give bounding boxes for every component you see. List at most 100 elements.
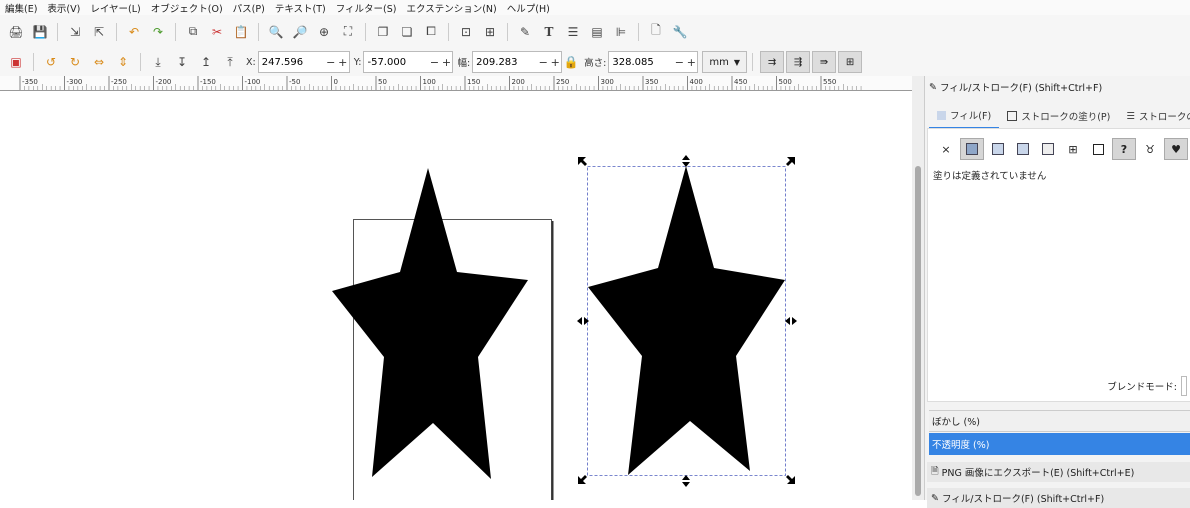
pattern-icon: ⊞ xyxy=(1068,142,1078,156)
scrollbar-thumb[interactable] xyxy=(915,166,921,496)
dock-export-png[interactable]: 🗎 PNG 画像にエクスポート(E) (Shift+Ctrl+E) xyxy=(927,462,1190,482)
select-all-icon[interactable]: ▣ xyxy=(5,51,27,73)
height-increment-button[interactable]: + xyxy=(685,56,697,69)
y-decrement-button[interactable]: − xyxy=(428,56,440,69)
duplicate-icon[interactable]: ❐ xyxy=(372,21,394,43)
star-right[interactable] xyxy=(588,166,785,475)
unset-paint-icon[interactable]: ? xyxy=(1112,138,1136,160)
handle-top-right[interactable] xyxy=(786,157,795,166)
menu-object[interactable]: オブジェクト(O) xyxy=(146,1,228,15)
raise-top-icon[interactable]: ⤒ xyxy=(219,51,241,73)
transform-patterns-toggle[interactable]: ⊞ xyxy=(838,51,863,73)
dock-fill-stroke[interactable]: ✎ フィル/ストローク(F) (Shift+Ctrl+F) xyxy=(927,488,1190,508)
canvas-vertical-scrollbar[interactable] xyxy=(912,76,924,500)
scale-stroke-toggle[interactable]: ⇉ xyxy=(760,51,785,73)
star-left[interactable] xyxy=(332,168,528,479)
opacity-label: 不透明度 (%) xyxy=(932,440,990,451)
scale-corners-toggle[interactable]: ⇶ xyxy=(786,51,811,73)
menu-view[interactable]: 表示(V) xyxy=(42,1,85,15)
zoom-drawing-icon[interactable]: 🔎 xyxy=(289,21,311,43)
zoom-page-icon[interactable]: ⊕ xyxy=(313,21,335,43)
unit-dropdown[interactable]: mm ▼ xyxy=(702,51,748,73)
handle-top[interactable] xyxy=(682,155,690,167)
print-icon[interactable]: 🖨 xyxy=(5,21,27,43)
cut-icon[interactable]: ✂ xyxy=(206,21,228,43)
menu-filters[interactable]: フィルター(S) xyxy=(331,1,402,15)
flip-vertical-icon[interactable]: ⇕ xyxy=(112,51,134,73)
handle-bottom-left[interactable] xyxy=(578,475,587,484)
align-distribute-icon[interactable]: ⊫ xyxy=(610,21,632,43)
handle-bottom-right[interactable] xyxy=(786,475,795,484)
rotate-ccw-icon[interactable]: ↺ xyxy=(40,51,62,73)
x-increment-button[interactable]: + xyxy=(337,56,349,69)
ruler-ticks: -350 -300 -250 -200 -150 -100 -50 0 50 100 150 200 2… xyxy=(19,76,862,90)
zoom-page-width-icon[interactable]: ⛶ xyxy=(337,21,359,43)
pattern-button[interactable]: ⊞ xyxy=(1062,139,1084,159)
lower-bottom-icon[interactable]: ⤓ xyxy=(147,51,169,73)
handle-bottom[interactable] xyxy=(682,475,690,487)
panel-tabs: フィル(F) ストロークの塗り(P) ☰ ストロークの xyxy=(929,104,1190,129)
mesh-gradient-button[interactable] xyxy=(1037,139,1059,159)
unlink-clone-icon[interactable]: ⧠ xyxy=(420,21,442,43)
transform-gradients-toggle[interactable]: ⇛ xyxy=(812,51,837,73)
group-icon[interactable]: ⊡ xyxy=(455,21,477,43)
preferences-icon[interactable]: 🔧 xyxy=(669,21,691,43)
copy-icon[interactable]: ⧉ xyxy=(182,21,204,43)
width-decrement-button[interactable]: − xyxy=(537,56,549,69)
ruler-tick-label: -100 xyxy=(245,78,261,86)
paste-icon[interactable]: 📋 xyxy=(230,21,252,43)
import-icon[interactable]: ⇲ xyxy=(64,21,86,43)
fill-stroke-icon[interactable]: ✎ xyxy=(514,21,536,43)
y-spinbox: − + xyxy=(363,51,454,73)
document-properties-icon[interactable]: 🗋 xyxy=(645,21,667,43)
menu-help[interactable]: ヘルプ(H) xyxy=(502,1,555,15)
fill-rule-evenodd-icon[interactable]: ♉ xyxy=(1139,139,1161,159)
no-paint-icon[interactable]: × xyxy=(935,139,957,159)
radial-gradient-button[interactable] xyxy=(1012,139,1034,159)
lock-ratio-icon[interactable]: 🔒 xyxy=(563,51,579,73)
x-decrement-button[interactable]: − xyxy=(325,56,337,69)
x-input[interactable] xyxy=(258,53,325,71)
width-input[interactable] xyxy=(473,53,538,71)
linear-gradient-button[interactable] xyxy=(987,139,1009,159)
raise-icon[interactable]: ↥ xyxy=(195,51,217,73)
menu-edit[interactable]: 編集(E) xyxy=(0,1,42,15)
clone-icon[interactable]: ❏ xyxy=(396,21,418,43)
export-icon[interactable]: ⇱ xyxy=(88,21,110,43)
y-input[interactable] xyxy=(364,53,429,71)
height-input[interactable] xyxy=(609,53,674,71)
menu-path[interactable]: パス(P) xyxy=(228,1,270,15)
save-icon[interactable]: 💾 xyxy=(29,21,51,43)
flip-horizontal-icon[interactable]: ⇔ xyxy=(88,51,110,73)
rotate-cw-icon[interactable]: ↻ xyxy=(64,51,86,73)
menu-layer[interactable]: レイヤー(L) xyxy=(85,1,145,15)
y-increment-button[interactable]: + xyxy=(440,56,452,69)
tab-stroke-style[interactable]: ☰ ストロークの xyxy=(1118,104,1190,128)
tab-stroke-paint[interactable]: ストロークの塗り(P) xyxy=(999,104,1118,128)
xml-editor-icon[interactable]: ▤ xyxy=(586,21,608,43)
handle-right[interactable] xyxy=(785,317,797,325)
zoom-selection-icon[interactable]: 🔍 xyxy=(265,21,287,43)
separator xyxy=(33,53,34,71)
fill-rule-nonzero-icon[interactable]: ♥ xyxy=(1164,138,1188,160)
layers-icon[interactable]: ☰ xyxy=(562,21,584,43)
lower-icon[interactable]: ↧ xyxy=(171,51,193,73)
width-increment-button[interactable]: + xyxy=(549,56,561,69)
text-font-icon[interactable]: T xyxy=(538,21,560,43)
height-decrement-button[interactable]: − xyxy=(673,56,685,69)
menu-extensions[interactable]: エクステンション(N) xyxy=(402,1,502,15)
blur-row[interactable]: ぼかし (%) xyxy=(929,410,1190,432)
flat-color-button[interactable] xyxy=(960,138,984,160)
handle-top-left[interactable] xyxy=(578,157,587,166)
ungroup-icon[interactable]: ⊞ xyxy=(479,21,501,43)
undo-icon[interactable]: ↶ xyxy=(123,21,145,43)
redo-icon[interactable]: ↷ xyxy=(147,21,169,43)
swatch-button[interactable] xyxy=(1087,139,1109,159)
drawing-canvas[interactable] xyxy=(0,91,912,500)
menu-text[interactable]: テキスト(T) xyxy=(270,1,331,15)
opacity-row[interactable]: 不透明度 (%) xyxy=(929,433,1190,455)
blend-mode-dropdown[interactable] xyxy=(1181,376,1187,396)
linear-gradient-icon xyxy=(992,143,1004,155)
x-spinbox: − + xyxy=(257,51,350,73)
tab-fill[interactable]: フィル(F) xyxy=(929,103,1000,129)
